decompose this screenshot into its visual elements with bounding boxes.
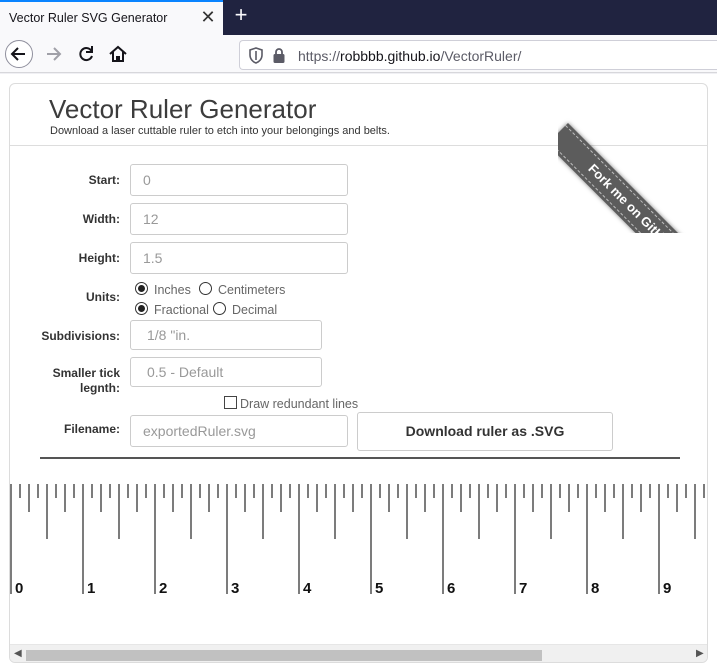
filename-input[interactable]: exportedRuler.svg: [130, 415, 348, 447]
ruler-number: 6: [447, 580, 455, 597]
nav-bar: https://robbbb.github.io/VectorRuler/: [0, 35, 717, 73]
shield-icon[interactable]: [248, 47, 264, 65]
github-ribbon[interactable]: Fork me on GitHub: [558, 84, 707, 233]
form-divider: [40, 457, 680, 459]
ribbon-band: Fork me on GitHub: [558, 123, 707, 233]
tab-bar: Vector Ruler SVG Generator ✕ +: [0, 0, 717, 35]
unit-inches-radio[interactable]: [135, 282, 148, 295]
download-svg-button[interactable]: Download ruler as .SVG: [357, 412, 613, 451]
width-label: Width:: [82, 212, 120, 226]
scroll-right-arrow[interactable]: ▶: [696, 648, 704, 659]
ruler-number: 4: [303, 580, 312, 597]
width-input[interactable]: 12: [130, 203, 348, 235]
url-prefix: https://: [298, 48, 341, 64]
url-host: robbbb.github.io: [340, 48, 441, 64]
reload-icon: [79, 46, 93, 62]
home-icon: [109, 45, 127, 62]
ribbon-text[interactable]: Fork me on GitHub: [558, 125, 707, 233]
smaller-tick-label-line1: Smaller tick: [52, 366, 120, 380]
ruler-number: 2: [159, 580, 167, 597]
scrollbar-thumb[interactable]: [26, 650, 542, 661]
ruler-number: 5: [375, 580, 383, 597]
ruler-number: 9: [663, 580, 671, 597]
home-button[interactable]: [104, 40, 132, 68]
page-subtitle: Download a laser cuttable ruler to etch …: [50, 125, 390, 137]
smaller-tick-label-line2: legnth:: [80, 381, 120, 395]
subdivisions-label: Subdivisions:: [41, 329, 120, 343]
filename-label: Filename:: [63, 422, 120, 436]
height-label: Height:: [78, 251, 120, 265]
height-input[interactable]: 1.5: [130, 242, 348, 274]
mode-decimal-radio[interactable]: [213, 302, 226, 315]
horizontal-scrollbar[interactable]: ◀ ▶: [10, 644, 707, 662]
subdivisions-select[interactable]: 1/8 "in.: [130, 320, 322, 350]
unit-cm-radio[interactable]: [199, 282, 212, 295]
mode-fractional-label[interactable]: Fractional: [154, 303, 209, 317]
scroll-left-arrow[interactable]: ◀: [14, 648, 22, 659]
arrow-left-icon: [10, 47, 25, 61]
ruler-number: 0: [15, 580, 23, 597]
ruler-preview: 0 1 2 3 4 5 6 7 8 9: [10, 484, 705, 597]
main-card: Vector Ruler Generator Download a laser …: [9, 83, 708, 663]
unit-inches-label[interactable]: Inches: [154, 283, 191, 297]
arrow-right-icon: [47, 47, 62, 61]
browser-tab[interactable]: Vector Ruler SVG Generator ✕: [0, 0, 223, 35]
address-bar[interactable]: https://robbbb.github.io/VectorRuler/: [239, 40, 717, 70]
smaller-tick-select[interactable]: 0.5 - Default: [130, 357, 322, 387]
ruler-number: 7: [519, 580, 527, 597]
close-tab-icon[interactable]: ✕: [198, 7, 218, 27]
ruler-number: 1: [87, 580, 95, 597]
mode-decimal-label[interactable]: Decimal: [232, 303, 277, 317]
forward-button[interactable]: [40, 40, 68, 68]
page-title: Vector Ruler Generator: [49, 94, 317, 124]
lock-icon[interactable]: [272, 47, 286, 65]
page-viewport: Vector Ruler Generator Download a laser …: [0, 74, 717, 671]
ruler-number: 3: [231, 580, 239, 597]
back-button[interactable]: [5, 40, 33, 68]
start-label: Start:: [88, 173, 120, 187]
url-text[interactable]: https://robbbb.github.io/VectorRuler/: [298, 48, 521, 64]
tab-title: Vector Ruler SVG Generator: [9, 11, 168, 25]
units-label: Units:: [86, 290, 120, 304]
url-path: /VectorRuler/: [440, 48, 522, 64]
new-tab-button[interactable]: +: [229, 4, 253, 28]
reload-button[interactable]: [72, 40, 100, 68]
unit-cm-label[interactable]: Centimeters: [218, 283, 285, 297]
ruler-number: 8: [591, 580, 599, 597]
redundant-lines-checkbox[interactable]: [224, 396, 237, 409]
start-input[interactable]: 0: [130, 164, 348, 196]
mode-fractional-radio[interactable]: [135, 302, 148, 315]
redundant-lines-label[interactable]: Draw redundant lines: [240, 397, 358, 411]
